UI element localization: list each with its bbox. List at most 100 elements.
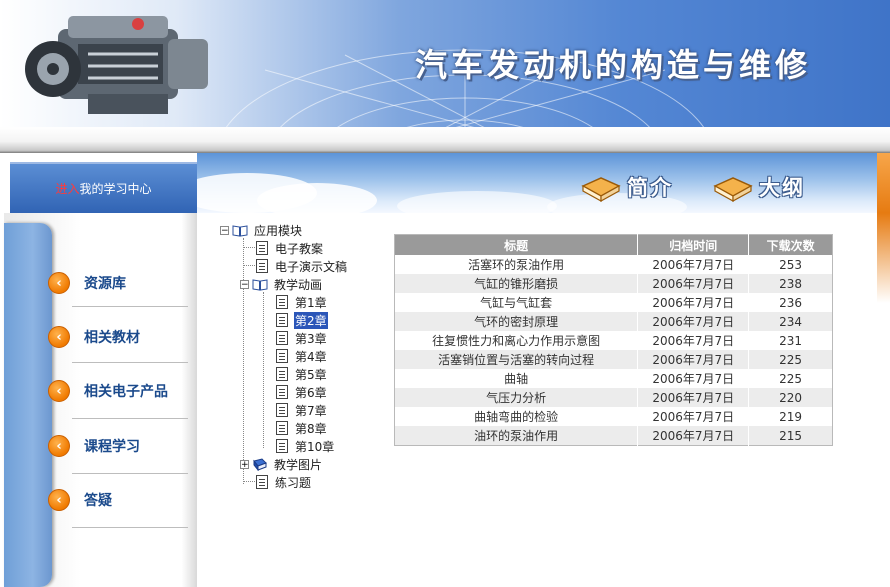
row-title-link[interactable]: 气环的密封原理 (394, 312, 639, 331)
row-date: 2006年7月7日 (637, 369, 750, 388)
document-icon (276, 367, 288, 381)
row-title-link[interactable]: 活塞环的泵油作用 (394, 255, 639, 274)
table-row: 气缸的锥形磨损 2006年7月7日 238 (394, 274, 833, 293)
chevron-left-icon: ‹ (48, 380, 70, 402)
row-title-link[interactable]: 曲轴 (394, 369, 639, 388)
column-header-downloads[interactable]: 下载次数 (748, 234, 833, 255)
tree-node-chapter[interactable]: 第10章 (276, 437, 335, 455)
banner-separator (0, 127, 890, 153)
book-icon (581, 177, 621, 202)
sidebar-item-qa[interactable]: ‹ 答疑 (48, 473, 188, 527)
table-row: 活塞销位置与活塞的转向过程 2006年7月7日 225 (394, 350, 833, 369)
page-title: 汽车发动机的构造与维修 (415, 46, 812, 84)
column-header-title[interactable]: 标题 (394, 234, 639, 255)
document-icon (276, 349, 288, 363)
tree-node-exercises[interactable]: 练习题 (256, 473, 312, 491)
open-book-icon (232, 224, 248, 237)
document-icon (276, 421, 288, 435)
table-row: 往复惯性力和离心力作用示意图 2006年7月7日 231 (394, 331, 833, 350)
tree-node-chapter[interactable]: 第8章 (276, 419, 328, 437)
header-banner: 汽车发动机的构造与维修 (0, 0, 890, 127)
document-icon (276, 403, 288, 417)
table-row: 气环的密封原理 2006年7月7日 234 (394, 312, 833, 331)
table-row: 曲轴 2006年7月7日 225 (394, 369, 833, 388)
row-downloads: 234 (748, 312, 833, 331)
tree-node-animations[interactable]: − 教学动画 (240, 275, 323, 293)
row-date: 2006年7月7日 (637, 255, 750, 274)
archive-table: 标题 归档时间 下载次数 活塞环的泵油作用 2006年7月7日 253 气缸的锥… (394, 234, 833, 446)
row-downloads: 219 (748, 407, 833, 426)
row-downloads: 231 (748, 331, 833, 350)
sidebar-item-electronic-products[interactable]: ‹ 相关电子产品 (48, 364, 188, 418)
enter-learning-center-link[interactable]: 进入我的学习中心 (10, 164, 197, 215)
outline-button[interactable]: 大纲 (711, 169, 805, 205)
closed-book-icon (253, 457, 267, 471)
row-date: 2006年7月7日 (637, 274, 750, 293)
table-header-row: 标题 归档时间 下载次数 (394, 234, 833, 255)
chevron-left-icon: ‹ (48, 489, 70, 511)
document-icon (256, 241, 268, 255)
table-row: 气缸与气缸套 2006年7月7日 236 (394, 293, 833, 312)
learning-center-panel: 进入我的学习中心 (10, 162, 197, 215)
row-title-link[interactable]: 曲轴弯曲的检验 (394, 407, 639, 426)
sidebar-item-course-study[interactable]: ‹ 课程学习 (48, 419, 188, 473)
tree-node-chapter-selected[interactable]: 第2章 (276, 311, 328, 329)
accent-strip (877, 153, 890, 213)
sidebar-item-textbooks[interactable]: ‹ 相关教材 (48, 310, 188, 364)
row-title-link[interactable]: 气压力分析 (394, 388, 639, 407)
tree-node-pictures[interactable]: + 教学图片 (240, 455, 323, 473)
row-downloads: 225 (748, 369, 833, 388)
tree-node-lecture-notes[interactable]: 电子教案 (256, 239, 324, 257)
table-row: 曲轴弯曲的检验 2006年7月7日 219 (394, 407, 833, 426)
module-tree: − 应用模块 电子教案 电子演示文稿 − 教学动画 第1章 第2章 第3章 第4… (218, 221, 388, 491)
row-downloads: 220 (748, 388, 833, 407)
chevron-left-icon: ‹ (48, 326, 70, 348)
row-date: 2006年7月7日 (637, 350, 750, 369)
book-icon (713, 177, 753, 202)
document-icon (256, 259, 268, 273)
table-row: 油环的泵油作用 2006年7月7日 215 (394, 426, 833, 446)
document-icon (276, 385, 288, 399)
sky-background: 简介 大纲 (197, 153, 877, 213)
expand-icon[interactable]: + (240, 459, 249, 469)
tree-node-chapter[interactable]: 第5章 (276, 365, 328, 383)
tree-node-chapter[interactable]: 第7章 (276, 401, 328, 419)
row-date: 2006年7月7日 (637, 312, 750, 331)
intro-button[interactable]: 简介 (579, 169, 673, 205)
row-downloads: 236 (748, 293, 833, 312)
row-title-link[interactable]: 往复惯性力和离心力作用示意图 (394, 331, 639, 350)
row-date: 2006年7月7日 (637, 407, 750, 426)
sidebar-rail (4, 223, 52, 587)
tree-node-chapter[interactable]: 第1章 (276, 293, 328, 311)
tree-node-chapter[interactable]: 第3章 (276, 329, 328, 347)
document-icon (276, 439, 288, 453)
sidebar-item-resources[interactable]: ‹ 资源库 (48, 256, 188, 310)
row-date: 2006年7月7日 (637, 426, 750, 446)
tree-node-chapter[interactable]: 第4章 (276, 347, 328, 365)
collapse-icon[interactable]: − (240, 279, 249, 289)
row-title-link[interactable]: 气缸与气缸套 (394, 293, 639, 312)
collapse-icon[interactable]: − (220, 225, 229, 235)
document-icon (276, 331, 288, 345)
row-title-link[interactable]: 气缸的锥形磨损 (394, 274, 639, 293)
sidebar: ‹ 资源库 ‹ 相关教材 ‹ 相关电子产品 ‹ 课程学习 ‹ 答疑 (4, 213, 197, 587)
table-row: 活塞环的泵油作用 2006年7月7日 253 (394, 255, 833, 274)
document-icon (276, 295, 288, 309)
row-downloads: 253 (748, 255, 833, 274)
chevron-left-icon: ‹ (48, 272, 70, 294)
row-title-link[interactable]: 活塞销位置与活塞的转向过程 (394, 350, 639, 369)
open-book-icon (252, 278, 268, 291)
tree-node-chapter[interactable]: 第6章 (276, 383, 328, 401)
table-row: 气压力分析 2006年7月7日 220 (394, 388, 833, 407)
row-date: 2006年7月7日 (637, 388, 750, 407)
row-date: 2006年7月7日 (637, 293, 750, 312)
row-date: 2006年7月7日 (637, 331, 750, 350)
chevron-left-icon: ‹ (48, 435, 70, 457)
engine-image (25, 16, 208, 114)
column-header-archive-date[interactable]: 归档时间 (637, 234, 750, 255)
tree-node-slides[interactable]: 电子演示文稿 (256, 257, 348, 275)
tree-node-root[interactable]: − 应用模块 (220, 221, 303, 239)
row-downloads: 225 (748, 350, 833, 369)
row-title-link[interactable]: 油环的泵油作用 (394, 426, 639, 446)
nav-bar: 进入我的学习中心 简介 大纲 (0, 153, 890, 215)
